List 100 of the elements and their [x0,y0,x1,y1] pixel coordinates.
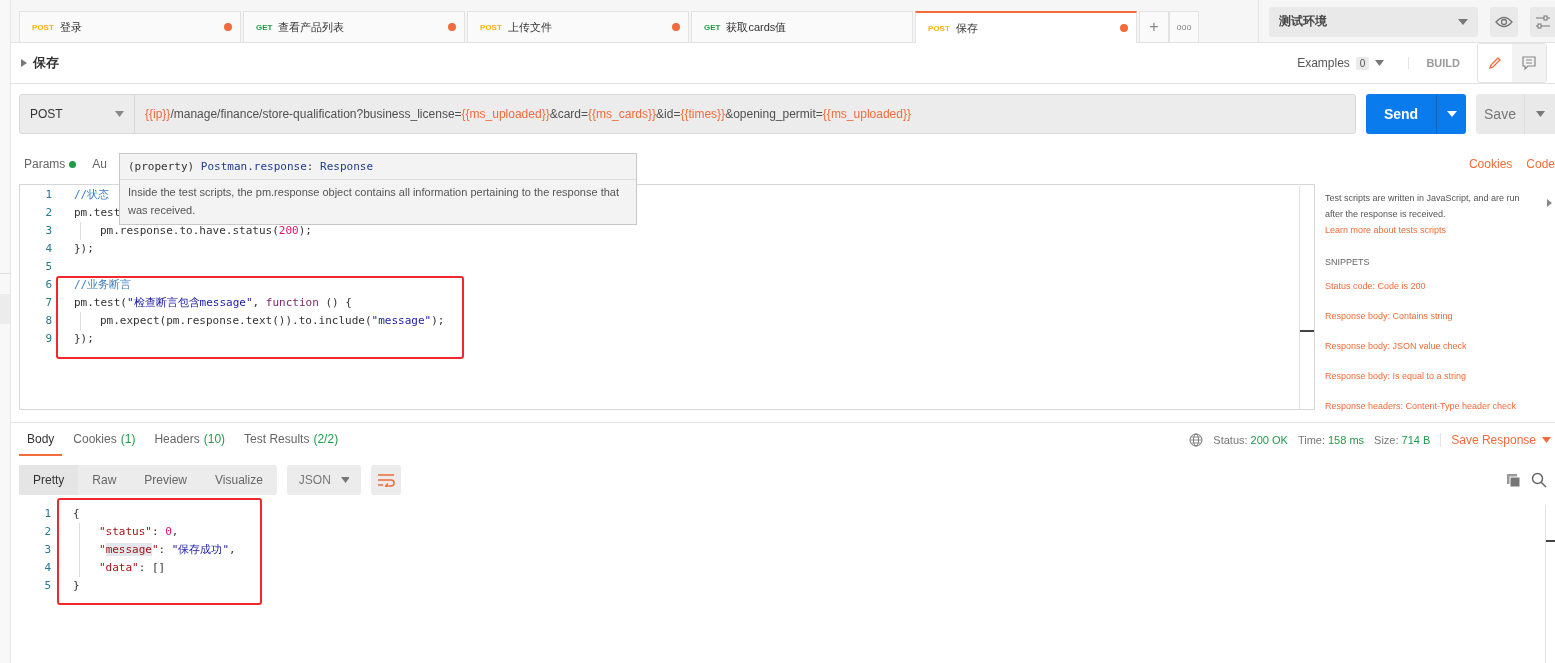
line-number: 4 [43,560,52,576]
method-label: GET [704,22,721,32]
wrap-icon [376,473,395,487]
examples-label[interactable]: Examples [1297,56,1350,70]
save-response-button[interactable]: Save Response [1440,432,1551,447]
line-number: 9 [44,331,53,347]
method-label: POST [32,22,54,32]
snippet-link[interactable]: Response headers: Content-Type header check [1325,401,1517,411]
response-metric: Size: 714 B [1374,433,1431,446]
sliders-icon [1534,14,1551,29]
view-mode-tab[interactable]: Pretty [19,465,79,495]
view-mode-tab[interactable]: Visualize [201,465,277,495]
code-line: "status": 0, [99,525,179,538]
build-tab[interactable]: BUILD [1408,57,1477,69]
expand-arrow-icon[interactable] [1547,199,1552,207]
code-line: { [73,507,80,520]
request-tab[interactable]: POST 登录 [19,11,241,42]
learn-more-link[interactable]: Learn more about tests scripts [1325,225,1447,235]
search-icon[interactable] [1531,472,1547,488]
tooltip-text: Inside the test scripts, the pm.response object contains all information pertaining to the response that was received. [128,186,619,216]
copy-icon[interactable] [1506,472,1521,488]
caret-icon[interactable] [1375,60,1385,66]
response-tab[interactable]: Body [19,423,63,456]
snippet-link[interactable]: Status code: Code is 200 [1325,281,1426,291]
tab-title: 保存 [955,20,979,36]
line-number: 4 [44,241,53,257]
line-number: 2 [43,524,52,540]
code-line: pm.test("检查断言包含message", function () { [74,296,352,309]
line-number: 1 [43,506,52,522]
format-select[interactable]: JSON [286,465,361,495]
comment-button[interactable] [1512,44,1546,82]
code-line: pm.response.to.have.status(200); [100,224,312,237]
code-line: }); [74,242,94,255]
send-button[interactable]: Send [1366,94,1466,134]
code-line: //状态 [74,188,110,201]
pencil-icon [1487,55,1503,71]
snippet-link[interactable]: Response body: JSON value check [1325,341,1467,351]
request-tab[interactable]: GET 查看产品列表 [243,11,465,42]
tooltip-signature: (property) Postman.response: Response [128,160,374,173]
globe-icon[interactable] [1189,432,1204,447]
code-line: }); [74,332,94,345]
view-mode-tab[interactable]: Preview [130,465,202,495]
help-text: Test scripts are written in JavaScript, and are run after the response is received. [1325,192,1521,221]
expand-arrow-icon[interactable] [21,59,27,67]
line-number: 5 [44,259,53,275]
line-number: 3 [44,223,53,239]
code-line: "message": "保存成功", [99,543,236,556]
tab-title: 登录 [59,19,83,35]
caret-icon [1458,18,1468,25]
request-tab[interactable]: POST 保存 [915,11,1137,43]
eye-icon [1495,15,1513,28]
line-number: 8 [44,313,53,329]
code-line: pm.test [74,206,121,219]
view-mode-tab[interactable]: Raw [78,465,131,495]
line-number: 5 [43,578,52,594]
method-label: POST [480,22,502,32]
snippets-heading: SNIPPETS [1325,257,1370,267]
line-number: 2 [44,205,53,221]
line-number: 1 [44,187,53,203]
request-tab[interactable]: POST 上传文件 [467,11,689,42]
scrollbar[interactable] [1299,186,1314,409]
code-line: "data": [] [99,561,166,574]
link[interactable]: Code [1526,157,1555,171]
line-number: 3 [43,542,52,558]
link[interactable]: Cookies [1468,157,1513,171]
code-line: } [73,579,80,592]
response-metric: Status: 200 OK [1213,433,1288,446]
section-tab[interactable]: Au [92,157,108,171]
environment-select[interactable]: 测试环境 [1269,6,1478,37]
tab-title: 查看产品列表 [278,19,346,35]
scrollbar[interactable] [1545,505,1555,663]
section-tab[interactable]: Params [24,157,77,171]
request-title: 保存 [33,54,59,72]
snippet-link[interactable]: Response body: Contains string [1325,311,1453,321]
response-tab[interactable]: Test Results (2/2) [236,423,347,456]
caret-icon[interactable] [1446,111,1457,117]
caret-icon [340,477,349,483]
code-line: pm.expect(pm.response.text()).to.include("message"); [100,314,445,327]
code-line: //业务断言 [74,278,132,291]
caret-icon[interactable] [1535,111,1545,117]
tab-title: 获取cards值 [726,19,788,35]
response-tab[interactable]: Headers (10) [146,423,234,456]
eye-button[interactable] [1490,6,1518,37]
method-label: GET [256,22,273,32]
snippet-link[interactable]: Response body: Is equal to a string [1325,371,1467,381]
request-tab[interactable]: GET 获取cards值 [691,11,913,42]
save-button[interactable]: Save [1476,94,1555,134]
more-tabs-button[interactable]: ooo [1169,11,1199,42]
comment-icon [1521,55,1537,71]
new-tab-button[interactable]: + [1139,11,1169,42]
caret-icon [1542,436,1551,443]
settings-button[interactable] [1530,6,1555,37]
tab-title: 上传文件 [507,19,553,35]
wrap-button[interactable] [370,465,401,495]
response-metric: Time: 158 ms [1297,433,1365,446]
response-tab[interactable]: Cookies (1) [65,423,144,456]
method-label: POST [928,23,950,33]
examples-count: 0 [1355,56,1370,70]
line-number: 7 [44,295,53,311]
line-number: 6 [44,277,53,293]
